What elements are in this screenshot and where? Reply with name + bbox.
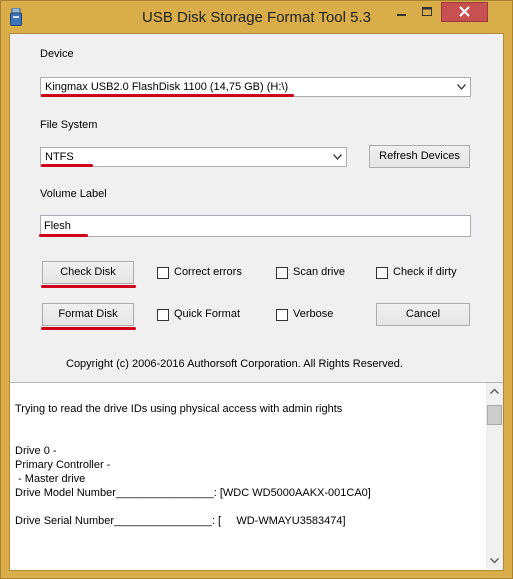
log-line: Primary Controller - [15,459,111,471]
check-disk-button[interactable]: Check Disk [42,261,134,284]
device-select-value: Kingmax USB2.0 FlashDisk 1100 (14,75 GB)… [45,81,289,93]
close-icon [459,6,470,17]
checkbox-box[interactable] [157,309,169,321]
scan-drive-label: Scan drive [293,266,345,278]
chevron-down-icon [333,154,342,160]
format-disk-button[interactable]: Format Disk [42,303,134,326]
log-output[interactable]: Trying to read the drive IDs using physi… [10,382,503,570]
scroll-up-icon[interactable] [486,383,503,400]
cancel-button[interactable]: Cancel [376,303,470,326]
app-window: USB Disk Storage Format Tool 5.3 Device … [0,0,513,579]
copyright-text: Copyright (c) 2006-2016 Authorsoft Corpo… [66,358,403,370]
quick-format-label: Quick Format [174,308,241,320]
minimize-icon [397,14,406,16]
annotation-underline [39,234,88,237]
annotation-underline [41,327,136,330]
chevron-down-icon [457,84,466,90]
device-label: Device [40,48,74,60]
annotation-underline [41,164,93,167]
checkbox-box[interactable] [376,267,388,279]
annotation-underline [41,285,136,288]
checkbox-box[interactable] [276,267,288,279]
checkbox-box[interactable] [157,267,169,279]
minimize-button[interactable] [388,2,414,22]
dialog-body: Device Kingmax USB2.0 FlashDisk 1100 (14… [9,33,504,571]
maximize-icon [422,7,432,16]
correct-errors-label: Correct errors [174,266,242,278]
refresh-devices-button[interactable]: Refresh Devices [369,145,470,168]
annotation-underline [41,94,294,97]
verbose-label: Verbose [293,308,334,320]
check-if-dirty-label: Check if dirty [393,266,457,278]
log-line: Trying to read the drive IDs using physi… [15,403,343,415]
scroll-down-icon[interactable] [486,552,503,569]
maximize-button[interactable] [414,2,440,22]
log-line: - Master drive [15,473,86,485]
volume-label-label: Volume Label [40,188,107,200]
log-scrollbar[interactable] [486,383,503,569]
title-bar[interactable]: USB Disk Storage Format Tool 5.3 [1,1,512,33]
checkbox-box[interactable] [276,309,288,321]
log-line: Drive Serial Number________________: [ W… [15,515,346,527]
log-line: Drive Model Number________________: [WDC… [15,487,371,499]
log-line: Drive 0 - [15,445,57,457]
volume-label-input[interactable]: Flesh [40,215,471,237]
file-system-label: File System [40,119,98,131]
file-system-select-value: NTFS [45,151,74,163]
close-button[interactable] [441,2,488,22]
scrollbar-thumb[interactable] [487,405,502,425]
